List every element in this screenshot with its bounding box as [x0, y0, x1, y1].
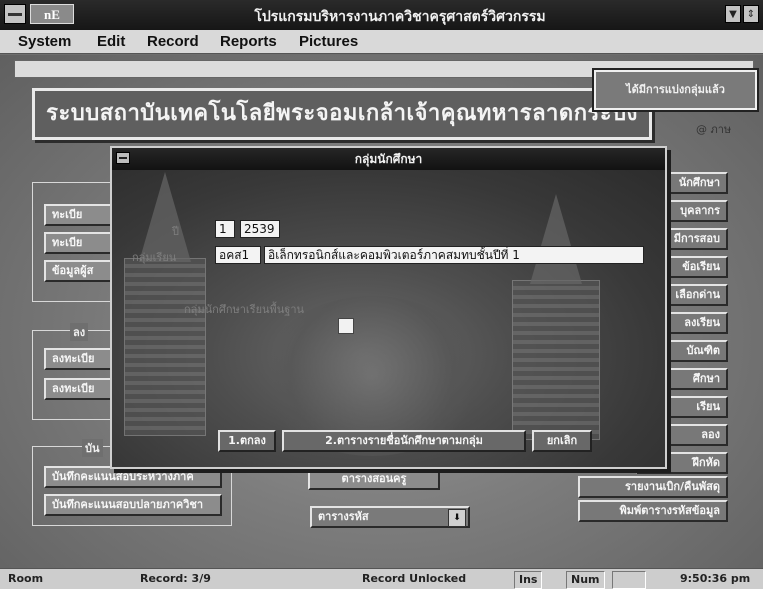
year-label: ปี [172, 225, 179, 238]
dialog-body: ปี กลุ่มเรียน กลุ่มนักศึกษาเรียนพื้นฐาน … [112, 170, 665, 467]
supplies-report-button[interactable]: รายงานเบิก/คืนพัสดุ [578, 476, 728, 498]
left-group-2-label: ลง [70, 323, 89, 341]
ok-button[interactable]: 1.ตกลง [218, 430, 276, 452]
group-notice: ได้มีการแบ่งกลุ่มแล้ว [592, 68, 759, 112]
menu-bar: System Edit Record Reports Pictures [0, 30, 763, 54]
system-menu-box[interactable] [4, 4, 26, 24]
status-room: Room [8, 572, 44, 585]
group-code-field[interactable]: อคส1 [215, 246, 261, 264]
dialog-system-menu-box[interactable] [116, 152, 130, 164]
title-bar: nE โปรแกรมบริหารงานภาควิชาครุศาสตร์วิศวก… [0, 0, 763, 30]
status-clock: 9:50:36 pm [680, 572, 751, 585]
year-field[interactable]: 2539 [240, 220, 280, 238]
left-group-3-label: บัน [82, 439, 103, 457]
window-title: โปรแกรมบริหารงานภาควิชาครุศาสตร์วิศวกรรม [254, 9, 546, 25]
minimize-button[interactable]: ▼ [725, 5, 741, 23]
menu-system[interactable]: System [18, 33, 71, 50]
cancel-button[interactable]: ยกเลิก [532, 430, 592, 452]
restore-button[interactable]: ⇕ [743, 5, 759, 23]
menu-reports[interactable]: Reports [220, 33, 277, 50]
app-logo-icon: nE [30, 4, 74, 24]
basic-group-label: กลุ่มนักศึกษาเรียนพื้นฐาน [184, 303, 305, 316]
status-record: Record: 3/9 [140, 572, 211, 585]
system-banner: ระบบสถาบันเทคโนโลยีพระจอมเกล้าเจ้าคุณทหา… [32, 88, 652, 140]
menu-pictures[interactable]: Pictures [299, 33, 358, 50]
basic-group-checkbox[interactable] [338, 318, 354, 334]
status-bar: Room Record: 3/9 Record Unlocked Ins Num… [0, 568, 763, 589]
record-final-button[interactable]: บันทึกคะแนนสอบปลายภาควิชา [44, 494, 222, 516]
group-label: กลุ่มเรียน [132, 251, 177, 264]
status-empty-indicator [612, 571, 646, 589]
group-list-button[interactable]: 2.ตารางรายชื่อนักศึกษาตามกลุ่ม [282, 430, 526, 452]
status-lock: Record Unlocked [362, 572, 467, 585]
code-table-combo[interactable]: ตารางรหัส ⬇ [310, 506, 470, 528]
right-tower-decoration [512, 280, 600, 440]
semester-field[interactable]: 1 [215, 220, 235, 238]
teacher-schedule-button[interactable]: ตารางสอนครู [308, 468, 440, 490]
print-code-table-button[interactable]: พิมพ์ตารางรหัสข้อมูล [578, 500, 728, 522]
help-link[interactable]: @ ภาษ [696, 120, 731, 138]
combo-value: ตารางรหัส [318, 510, 369, 523]
menu-edit[interactable]: Edit [97, 33, 125, 50]
combo-dropdown-icon[interactable]: ⬇ [448, 509, 466, 527]
left-tower-decoration [124, 258, 206, 436]
status-num: Num [566, 571, 605, 589]
menu-record[interactable]: Record [147, 33, 199, 50]
record-midterm-button[interactable]: บันทึกคะแนนสอบระหว่างภาค [44, 466, 222, 488]
status-ins: Ins [514, 571, 543, 589]
dialog-title: กลุ่มนักศึกษา [112, 148, 665, 170]
right-spire-decoration [530, 194, 582, 284]
student-group-dialog: กลุ่มนักศึกษา ปี กลุ่มเรียน กลุ่มนักศึกษ… [110, 146, 667, 469]
group-name-field[interactable]: อิเล็กทรอนิกส์และคอมพิวเตอร์ภาคสมทบชั้นป… [264, 246, 644, 264]
